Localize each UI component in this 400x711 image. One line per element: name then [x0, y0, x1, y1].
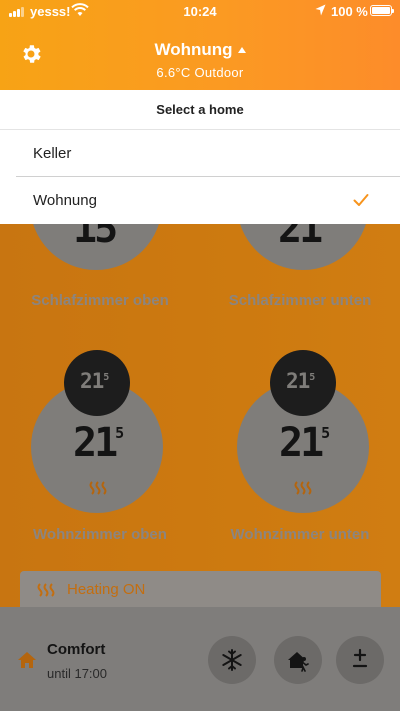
battery-icon: [370, 5, 394, 16]
room-temperature: 215: [73, 420, 125, 466]
mode-until: until 17:00: [47, 666, 107, 681]
frost-protection-button[interactable]: [208, 636, 256, 684]
home-option-label: Wohnung: [33, 192, 97, 209]
location-arrow-icon: [315, 4, 326, 16]
app-header: yesss! 10:24 100 % Wohnung 6.6°C Outdoor: [0, 0, 400, 90]
home-option-keller[interactable]: Keller: [16, 130, 400, 177]
home-selector-sheet: Select a home Keller Wohnung: [0, 90, 400, 224]
plus-minus-button[interactable]: [336, 636, 384, 684]
heating-icon: [294, 481, 312, 495]
room-temperature: 215: [279, 420, 331, 466]
house-person-icon: [288, 652, 309, 672]
target-temperature: 215: [286, 369, 315, 393]
home-switcher[interactable]: Wohnung: [0, 40, 400, 60]
room-card-wohnzimmer-oben[interactable]: 215 215 Wohnzimmer oben: [0, 348, 200, 548]
room-name: Schlafzimmer oben: [31, 292, 169, 309]
target-temperature-bubble: 215: [270, 350, 336, 416]
room-card-wohnzimmer-unten[interactable]: 215 215 Wohnzimmer unten: [200, 348, 400, 548]
room-grid: 15 Schlafzimmer oben 21 Schlafzimmer unt…: [0, 224, 400, 607]
home-option-wohnung[interactable]: Wohnung: [0, 177, 400, 224]
heating-status-banner[interactable]: Heating ON: [20, 571, 381, 607]
home-selector-title: Select a home: [0, 90, 400, 130]
room-name: Wohnzimmer unten: [230, 526, 370, 543]
battery-percent: 100 %: [331, 4, 368, 19]
status-bar: yesss! 10:24 100 %: [0, 0, 400, 22]
mode-name[interactable]: Comfort: [47, 641, 105, 658]
room-temperature: 15: [73, 224, 118, 252]
heating-status-text: Heating ON: [67, 581, 146, 598]
checkmark-icon: [353, 194, 369, 206]
room-name: Schlafzimmer unten: [228, 292, 372, 309]
target-temperature: 215: [80, 369, 109, 393]
bottom-bar: Comfort until 17:00: [0, 607, 400, 711]
heating-icon: [89, 481, 107, 495]
outdoor-temperature: 6.6°C Outdoor: [156, 65, 244, 80]
snowflake-icon: [222, 649, 242, 671]
room-temperature: 21: [278, 224, 323, 252]
away-mode-button[interactable]: [274, 636, 322, 684]
target-temperature-bubble: 215: [64, 350, 130, 416]
home-option-label: Keller: [33, 145, 72, 162]
plus-minus-icon: [352, 648, 368, 668]
caret-up-icon: [237, 47, 246, 53]
home-icon: [18, 652, 36, 668]
room-name: Wohnzimmer oben: [33, 526, 167, 543]
room-card-schlafzimmer-unten[interactable]: 21 Schlafzimmer unten: [200, 224, 400, 324]
home-name: Wohnung: [154, 40, 233, 59]
heating-icon: [37, 583, 55, 597]
room-card-schlafzimmer-oben[interactable]: 15 Schlafzimmer oben: [0, 224, 200, 324]
